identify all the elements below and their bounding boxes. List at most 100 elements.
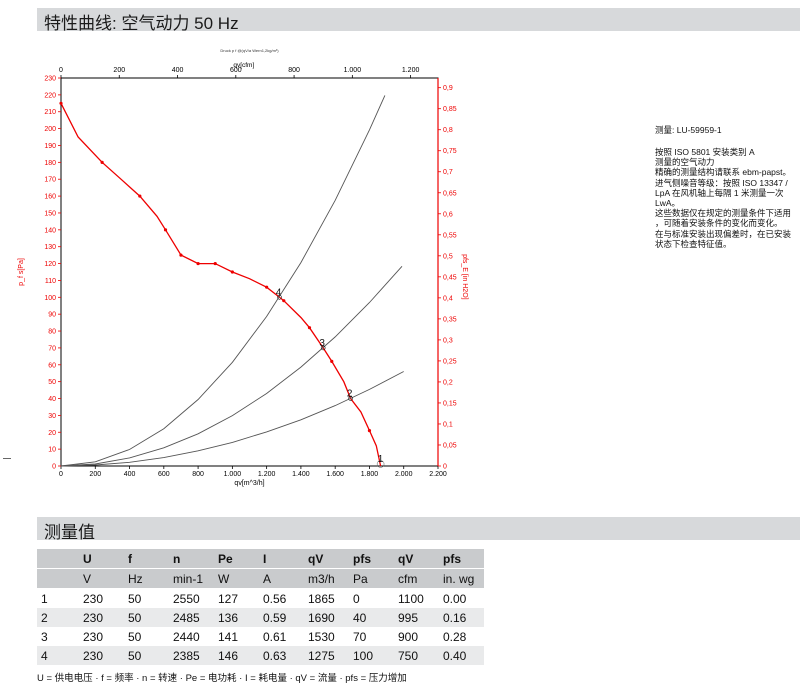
y-tick-label: 30 (48, 413, 56, 420)
table-cell (37, 549, 79, 569)
note-line: 在与标准安装出现偏差时，在已安装 (655, 228, 792, 239)
y2-tick-label: 0,75 (443, 148, 457, 155)
table-cell: W (214, 568, 259, 589)
table-cell: Hz (124, 568, 169, 589)
table-cell: 0 (349, 588, 394, 608)
fan-curve-point (163, 228, 168, 232)
table-cell: Pe (214, 549, 259, 569)
x2-tick-label: 1.000 (344, 67, 362, 74)
note-line: 进气侧噪音等级：按照 ISO 13347 / (655, 177, 788, 188)
table-cell: 230 (79, 627, 124, 646)
table-cell: 136 (214, 608, 259, 627)
fan-curve-point (138, 194, 142, 198)
table-cell: pfs (349, 549, 394, 569)
fan-curve-point (307, 326, 312, 330)
y2-tick-label: 0,3 (443, 337, 453, 344)
note-line: 这些数据仅在规定的测量条件下适用 (655, 208, 792, 219)
y2-tick-label: 0,7 (443, 169, 453, 176)
y2-tick-label: 0,5 (443, 253, 453, 260)
table-cell: 2485 (169, 608, 214, 627)
y-tick-label: 160 (44, 194, 56, 201)
table-cell: 0.16 (439, 608, 484, 627)
table-cell: 100 (349, 646, 394, 665)
fan-curve-point (367, 428, 372, 433)
table-cell: f (124, 549, 169, 569)
note-line: ，可随着安装条件的变化而变化。 (655, 218, 783, 229)
measurement-id: 测量: LU-59959-1 (655, 125, 722, 135)
x-tick-label: 600 (158, 471, 170, 478)
x-tick-label: 2.000 (395, 471, 413, 478)
fan-curve-point (196, 261, 200, 266)
system-curve-line (60, 265, 403, 467)
x2-axis-label: qv[cfm] (233, 62, 254, 69)
table-cell: Pa (349, 568, 394, 589)
table-cell: 0.28 (439, 627, 484, 646)
table-cell: 141 (214, 627, 259, 646)
section-bar (37, 517, 800, 540)
y-tick-label: 70 (48, 345, 56, 352)
table-cell: A (259, 568, 304, 589)
operating-point-label: 2 (347, 389, 353, 400)
table-cell: V (79, 568, 124, 589)
y-tick-label: 40 (48, 396, 56, 403)
table-cell: 900 (394, 627, 439, 646)
y-tick-label: 20 (48, 430, 56, 437)
y-tick-label: 100 (44, 295, 56, 302)
y2-tick-label: 0,8 (443, 127, 453, 134)
characteristic-chart: Druck p f @(qV/a Wern1,2kg/m³)0 200 400 600… (18, 48, 468, 487)
table-cell: 50 (124, 627, 169, 646)
table-cell: qV (304, 549, 349, 569)
y2-tick-label: 0,85 (443, 106, 457, 113)
x-tick-label: 1.000 (224, 471, 242, 478)
y-tick-label: 190 (44, 143, 56, 150)
table-cell: n (169, 549, 214, 569)
y-tick-label: 150 (44, 210, 56, 217)
y2-tick-label: 0,25 (443, 358, 457, 365)
table-cell: 0.40 (439, 646, 484, 665)
y2-tick-label: 0,05 (443, 442, 457, 449)
y2-tick-label: 0,45 (443, 274, 457, 281)
fan-curve-point (179, 253, 183, 257)
y-tick-label: 180 (44, 160, 56, 167)
y2-tick-label: 0,2 (443, 379, 453, 386)
table-cell: min-1 (169, 568, 214, 589)
x-tick-label: 1.400 (292, 471, 310, 478)
measurement-notes: 按照 ISO 5801 安装类别 A 测量的空气动力 精确的测量结构请联系 eb… (655, 147, 800, 249)
x-tick-label: 1.200 (258, 471, 276, 478)
y-tick-label: 80 (48, 329, 56, 336)
operating-point-label: 3 (319, 338, 325, 349)
table-cell: 3 (37, 627, 79, 646)
table-cell: 1865 (304, 588, 349, 608)
fan-curve-line (60, 103, 382, 467)
y2-tick-label: 0,1 (443, 421, 453, 428)
y2-tick-label: 0,65 (443, 190, 457, 197)
y2-tick-label: 0,4 (443, 295, 453, 302)
y-tick-label: 210 (44, 109, 56, 116)
note-line: LwA。 (655, 198, 681, 209)
y2-tick-label: 0,55 (443, 232, 457, 239)
table-cell: 750 (394, 646, 439, 665)
table-cell: 50 (124, 608, 169, 627)
table-cell: qV (394, 549, 439, 569)
table-cell: 70 (349, 627, 394, 646)
y-tick-label: 230 (44, 76, 56, 83)
page-title: 特性曲线: 空气动力 50 Hz (44, 14, 239, 33)
table-cell: 146 (214, 646, 259, 665)
fan-curve-point (230, 270, 234, 274)
y2-tick-label: 0,35 (443, 316, 457, 323)
y-tick-label: 170 (44, 177, 56, 184)
table-cell: 1690 (304, 608, 349, 627)
table-cell: 230 (79, 646, 124, 665)
fan-curve-point (330, 359, 334, 364)
y2-tick-label: 0,9 (443, 85, 453, 92)
y-tick-label: 200 (44, 126, 56, 133)
note-line: 按照 ISO 5801 安装类别 A (655, 147, 755, 157)
x-tick-label: 0 (59, 471, 63, 478)
y-tick-label: 140 (44, 227, 56, 234)
fan-curve-point (213, 261, 217, 266)
y-tick-label: 120 (44, 261, 56, 268)
table-cell: 127 (214, 588, 259, 608)
x2-tick-label: 200 (113, 67, 125, 74)
table-row: 2 230 50 2485 136 0.59 1690 40 995 0.16 (37, 608, 484, 627)
y-tick-label: 220 (44, 92, 56, 99)
